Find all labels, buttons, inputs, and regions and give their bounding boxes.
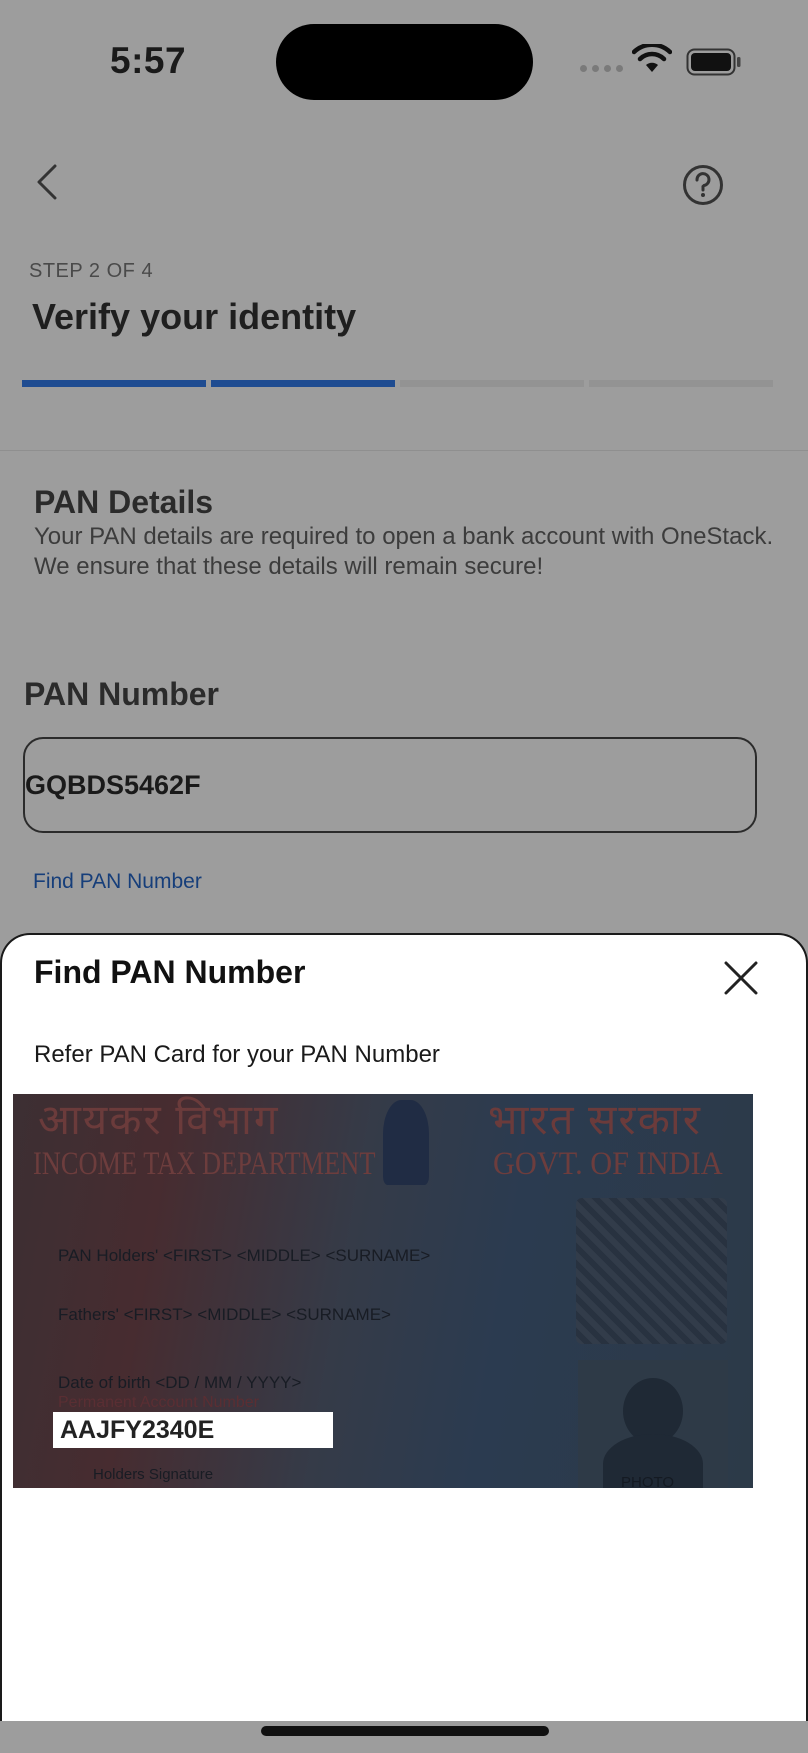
- chevron-left-icon[interactable]: [36, 164, 58, 205]
- progress-segment-4: [589, 380, 773, 387]
- card-pan-label: Permanent Account Number: [58, 1394, 259, 1411]
- page-title: Verify your identity: [32, 296, 357, 337]
- card-hindi-govt: भारत सरकार: [488, 1098, 702, 1144]
- question-circle-icon[interactable]: [682, 164, 724, 211]
- sheet-instruction: Refer PAN Card for your PAN Number: [34, 1041, 440, 1068]
- step-indicator: STEP 2 OF 4: [29, 260, 154, 282]
- card-father-field: Fathers' <FIRST> <MIDDLE> <SURNAME>: [58, 1305, 391, 1324]
- hologram-icon: [576, 1198, 727, 1344]
- national-emblem-icon: [383, 1100, 429, 1185]
- dynamic-island: [276, 24, 533, 100]
- sample-pan-number: AAJFY2340E: [53, 1412, 333, 1448]
- pan-card-image: आयकर विभाग भारत सरकार INCOME TAX DEPARTM…: [13, 1094, 753, 1488]
- sheet-title: Find PAN Number: [34, 954, 306, 990]
- wifi-icon: [631, 42, 673, 79]
- progress-segment-1: [22, 380, 206, 387]
- battery-icon: [686, 48, 742, 81]
- card-hindi-dept: आयकर विभाग: [38, 1098, 280, 1144]
- card-signature-label: Holders Signature: [93, 1466, 214, 1483]
- pan-number-input[interactable]: [23, 737, 757, 833]
- card-holder-field: PAN Holders' <FIRST> <MIDDLE> <SURNAME>: [58, 1246, 431, 1265]
- close-icon[interactable]: [724, 961, 758, 1000]
- progress-segment-3: [400, 380, 584, 387]
- home-indicator[interactable]: [261, 1726, 549, 1736]
- divider: [0, 450, 808, 451]
- find-pan-number-link[interactable]: Find PAN Number: [33, 870, 202, 894]
- card-dob-field: Date of birth <DD / MM / YYYY>: [58, 1373, 302, 1392]
- progress-segment-2: [211, 380, 395, 387]
- pan-details-title: PAN Details: [34, 484, 214, 520]
- card-govt: GOVT. OF INDIA: [493, 1146, 723, 1182]
- status-time: 5:57: [110, 40, 187, 81]
- card-photo-label: PHOTO: [621, 1474, 675, 1488]
- cellular-signal-icon: [580, 65, 623, 72]
- step-progress-bar: [22, 380, 773, 387]
- pan-number-label: PAN Number: [24, 676, 219, 712]
- pan-details-description: Your PAN details are required to open a …: [34, 523, 774, 580]
- card-department: INCOME TAX DEPARTMENT: [33, 1146, 376, 1182]
